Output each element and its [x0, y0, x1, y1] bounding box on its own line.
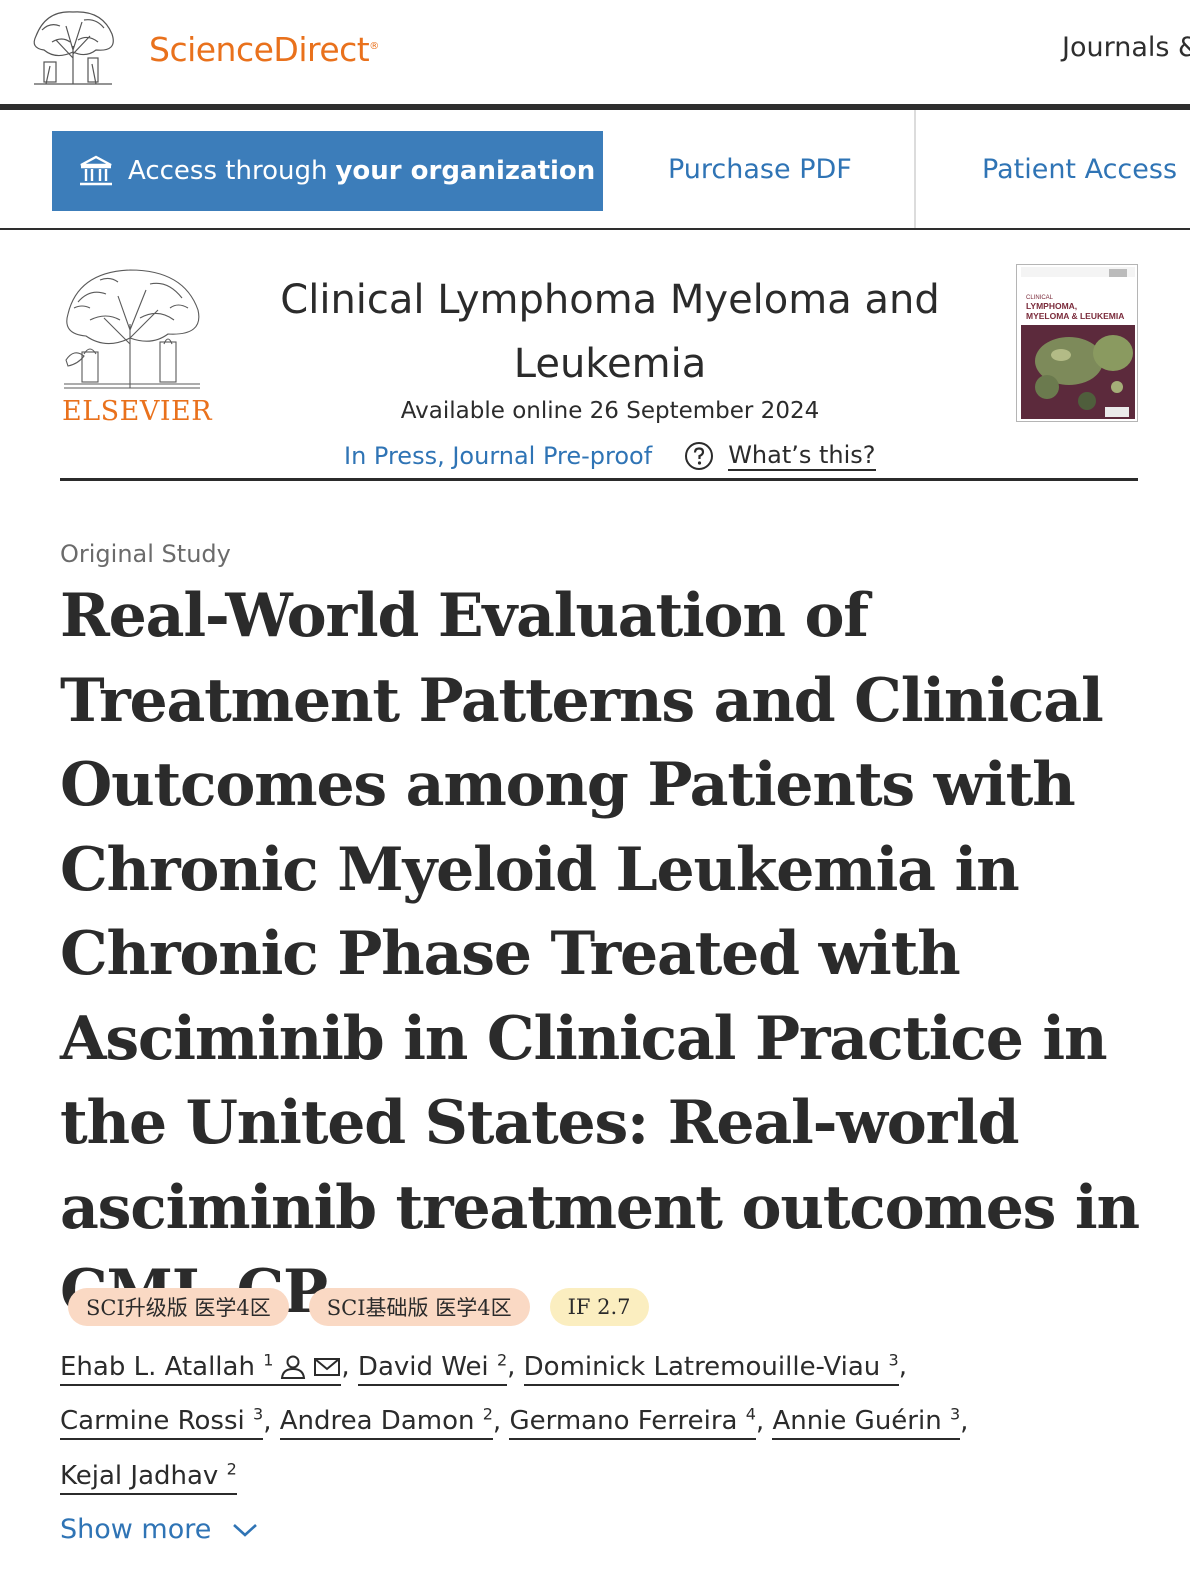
journal-ranking-badges: SCI升级版 医学4区 SCI基础版 医学4区 IF 2.7: [68, 1288, 649, 1326]
show-more-label: Show more: [60, 1514, 212, 1545]
article-title: Real-World Evaluation of Treatment Patte…: [60, 581, 1140, 1327]
question-circle-icon[interactable]: [684, 441, 714, 471]
affiliation-marker: 4: [745, 1404, 756, 1424]
affiliation-marker: 3: [888, 1350, 899, 1369]
person-icon[interactable]: [279, 1354, 307, 1380]
affiliation-marker: 2: [482, 1404, 493, 1424]
sci-upgrade-badge: SCI升级版 医学4区: [68, 1288, 289, 1326]
author-link[interactable]: Andrea Damon 2: [279, 1404, 493, 1441]
sciencedirect-brand[interactable]: ScienceDirect®: [149, 30, 379, 69]
author-name: Germano Ferreira: [509, 1406, 738, 1437]
elsevier-tree-emblem[interactable]: [60, 264, 204, 394]
author-name: Kejal Jadhav: [60, 1460, 219, 1491]
author-link[interactable]: Germano Ferreira 4: [509, 1404, 756, 1441]
author-name: David Wei: [357, 1351, 489, 1382]
elsevier-tree-logo[interactable]: [26, 6, 120, 88]
affiliation-marker: 2: [496, 1350, 508, 1369]
access-bar: Access through your organization Purchas…: [0, 110, 1190, 230]
access-bar-divider: [914, 110, 916, 228]
article-type-label: Original Study: [60, 540, 231, 568]
author-link[interactable]: Dominick Latremouille-Viau 3: [523, 1350, 899, 1386]
journal-pre-proof-link[interactable]: In Press, Journal Pre-proof: [344, 442, 652, 470]
patient-access-link[interactable]: Patient Access: [982, 154, 1177, 185]
available-online-date: Available online 26 September 2024: [400, 398, 820, 424]
site-header: ScienceDirect® Journals &: [0, 0, 1190, 104]
publication-status-row: In Press, Journal Pre-proof What’s this?: [344, 441, 876, 471]
cover-line-3: MYELOMA & LEUKEMIA: [1026, 311, 1124, 321]
author-name: Ehab L. Atallah: [60, 1351, 255, 1382]
journal-cover-image[interactable]: CLINICAL LYMPHOMA, MYELOMA & LEUKEMIA: [1016, 264, 1138, 422]
journal-header-divider: [60, 478, 1138, 481]
sci-basic-badge: SCI基础版 医学4区: [308, 1288, 530, 1326]
author-name: Dominick Latremouille-Viau: [523, 1351, 881, 1382]
author-link[interactable]: Annie Guérin 3: [772, 1404, 961, 1441]
access-button-label-bold: your organization: [335, 156, 596, 186]
affiliation-marker: 1: [263, 1350, 274, 1369]
author-link[interactable]: David Wei 2: [357, 1350, 508, 1386]
affiliation-marker: 2: [226, 1459, 237, 1479]
affiliation-marker: 3: [949, 1404, 961, 1424]
chevron-down-icon: [233, 1523, 258, 1537]
institution-icon: [80, 155, 112, 186]
impact-factor-badge: IF 2.7: [549, 1288, 649, 1326]
cover-line-2: LYMPHOMA,: [1026, 301, 1077, 311]
author-link[interactable]: Kejal Jadhav 2: [60, 1459, 237, 1495]
author-name: Annie Guérin: [772, 1406, 942, 1437]
author-link[interactable]: Carmine Rossi 3: [60, 1404, 264, 1441]
nav-journals-link[interactable]: Journals &: [1062, 32, 1190, 63]
author-name: Andrea Damon: [279, 1406, 475, 1437]
author-name: Carmine Rossi: [60, 1406, 245, 1437]
author-list: Ehab L. Atallah 1, David Wei 2, Dominick…: [60, 1336, 1150, 1500]
author-link[interactable]: Ehab L. Atallah 1: [60, 1350, 342, 1386]
whats-this-link[interactable]: What’s this?: [728, 441, 876, 471]
purchase-pdf-link[interactable]: Purchase PDF: [668, 154, 852, 185]
access-button-label-prefix: Access through: [128, 156, 328, 186]
journal-cover-art: CLINICAL LYMPHOMA, MYELOMA & LEUKEMIA: [1017, 265, 1137, 421]
envelope-icon[interactable]: [313, 1354, 341, 1380]
elsevier-wordmark[interactable]: ELSEVIER: [62, 396, 212, 427]
affiliation-marker: 3: [253, 1404, 264, 1424]
access-through-organization-button[interactable]: Access through your organization: [52, 131, 603, 211]
show-more-button[interactable]: Show more: [60, 1514, 259, 1545]
journal-title-link[interactable]: Clinical Lymphoma Myeloma and Leukemia: [262, 268, 958, 396]
